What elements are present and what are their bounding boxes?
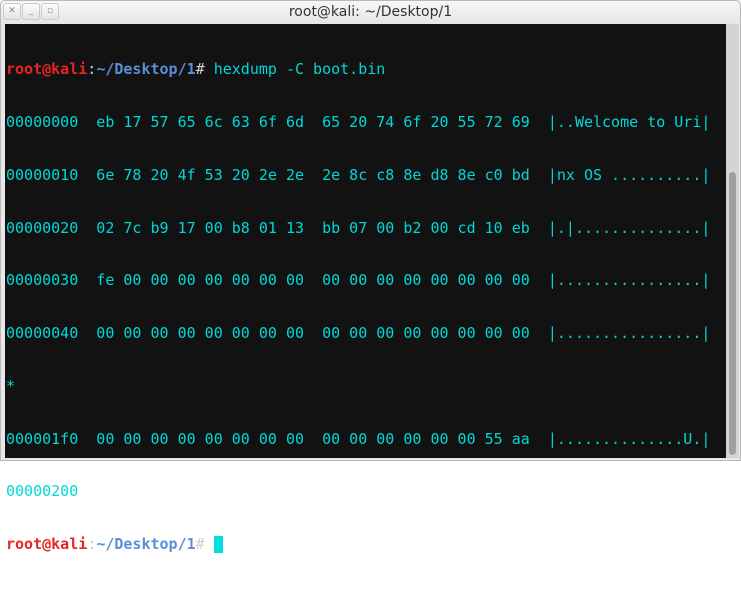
command-line: root@kali:~/Desktop/1# hexdump -C boot.b…	[6, 60, 726, 79]
prompt-user: root@kali	[6, 60, 88, 79]
output-line: *	[6, 376, 16, 395]
output-line: 00000040 00 00 00 00 00 00 00 00 00 00 0…	[6, 324, 711, 343]
prompt-symbol: #	[195, 60, 205, 79]
output-line: 00000030 fe 00 00 00 00 00 00 00 00 00 0…	[6, 271, 711, 290]
output-line: 00000020 02 7c b9 17 00 b8 01 13 bb 07 0…	[6, 218, 711, 237]
prompt-path: ~/Desktop/1	[96, 535, 196, 554]
output-line: 00000010 6e 78 20 4f 53 20 2e 2e 2e 8c c…	[6, 165, 711, 184]
terminal-window: ✕ _ ▫ root@kali: ~/Desktop/1 root@kali:~…	[0, 0, 741, 554]
output-line: 000001f0 00 00 00 00 00 00 00 00 00 00 0…	[6, 429, 711, 448]
title-bar[interactable]: ✕ _ ▫ root@kali: ~/Desktop/1	[1, 1, 740, 23]
terminal-output[interactable]: root@kali:~/Desktop/1# hexdump -C boot.b…	[5, 24, 726, 554]
prompt-symbol: #	[195, 535, 205, 554]
window-title: root@kali: ~/Desktop/1	[288, 4, 453, 20]
prompt-sep: :	[87, 60, 97, 79]
scrollbar[interactable]	[726, 24, 739, 458]
prompt-sep: :	[87, 535, 97, 554]
prompt-path: ~/Desktop/1	[96, 60, 196, 79]
output-line: 00000000 eb 17 57 65 6c 63 6f 6d 65 20 7…	[6, 112, 711, 131]
output-line: 00000200	[6, 482, 79, 501]
command-text: hexdump -C boot.bin	[204, 60, 386, 79]
text-cursor	[213, 536, 223, 554]
prompt-line[interactable]: root@kali:~/Desktop/1#	[6, 535, 726, 554]
scrollbar-thumb[interactable]	[729, 172, 736, 455]
prompt-user: root@kali	[6, 535, 88, 554]
